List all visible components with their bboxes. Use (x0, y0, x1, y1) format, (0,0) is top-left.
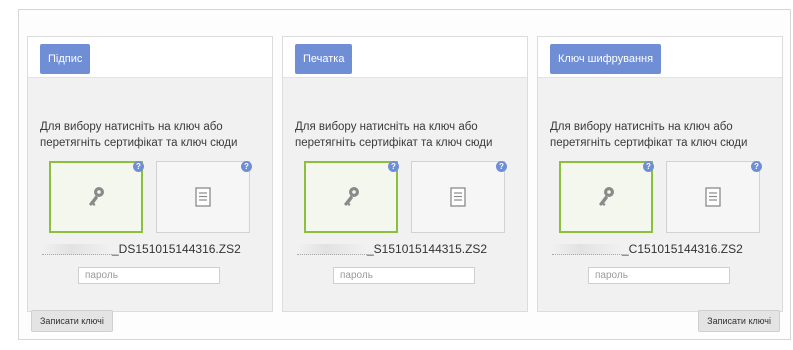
file-suffix: _DS151015144316.ZS2 (112, 242, 241, 256)
certificate-drop-zone[interactable] (156, 161, 250, 233)
write-keys-left-button[interactable]: Записати ключі (31, 310, 113, 332)
password-input[interactable] (78, 267, 220, 284)
key-file-name: _DS151015144316.ZS2 (42, 242, 241, 256)
panel-header: Печатка (283, 37, 527, 78)
instruction-text: Для вибору натисніть на ключ або перетяг… (550, 121, 748, 149)
certificate-icon (195, 187, 211, 207)
help-icon[interactable]: ? (496, 161, 507, 172)
signature-panel: Підпис Для вибору натисніть на ключ або … (27, 36, 273, 312)
certificate-drop-zone[interactable] (411, 161, 505, 233)
masked-file-prefix (552, 244, 622, 256)
certificate-drop-zone[interactable] (666, 161, 760, 233)
key-file-name: _C151015144316.ZS2 (552, 242, 743, 256)
instruction-text: Для вибору натисніть на ключ або перетяг… (40, 121, 238, 149)
key-drop-zone[interactable] (559, 161, 653, 233)
key-drop-zone[interactable] (49, 161, 143, 233)
help-icon[interactable]: ? (241, 161, 252, 172)
panel-header: Підпис (28, 37, 272, 78)
password-input[interactable] (333, 267, 475, 284)
masked-file-prefix (297, 244, 367, 256)
help-icon[interactable]: ? (133, 161, 144, 172)
tab-seal[interactable]: Печатка (295, 44, 353, 74)
help-icon[interactable]: ? (751, 161, 762, 172)
key-icon (599, 187, 614, 206)
password-input[interactable] (588, 267, 730, 284)
key-icon (344, 187, 359, 206)
tab-signature[interactable]: Підпис (40, 44, 91, 74)
key-file-name: _S151015144315.ZS2 (297, 242, 487, 256)
masked-file-prefix (42, 244, 112, 256)
certificate-icon (450, 187, 466, 207)
instruction-text: Для вибору натисніть на ключ або перетяг… (295, 121, 493, 149)
help-icon[interactable]: ? (388, 161, 399, 172)
key-setup-frame: Підпис Для вибору натисніть на ключ або … (18, 9, 791, 340)
seal-panel: Печатка Для вибору натисніть на ключ або… (282, 36, 528, 312)
write-keys-right-button[interactable]: Записати ключі (698, 310, 780, 332)
panel-header: Ключ шифрування (538, 37, 782, 78)
tab-encryption-key[interactable]: Ключ шифрування (550, 44, 662, 74)
encryption-key-panel: Ключ шифрування Для вибору натисніть на … (537, 36, 783, 312)
file-suffix: _C151015144316.ZS2 (622, 242, 743, 256)
key-drop-zone[interactable] (304, 161, 398, 233)
file-suffix: _S151015144315.ZS2 (367, 242, 488, 256)
key-icon (89, 187, 104, 206)
certificate-icon (705, 187, 721, 207)
help-icon[interactable]: ? (643, 161, 654, 172)
